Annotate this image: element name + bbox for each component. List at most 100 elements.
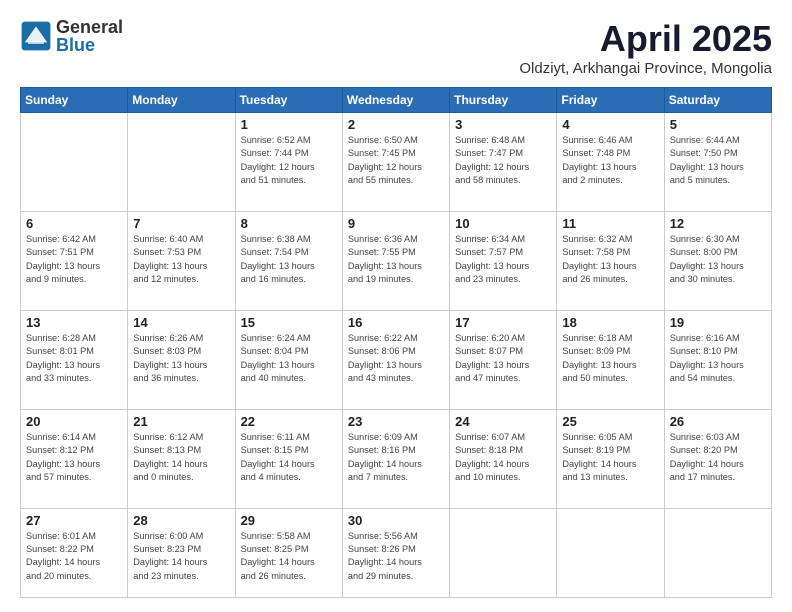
day-info: Sunrise: 6:38 AM Sunset: 7:54 PM Dayligh… — [241, 233, 337, 286]
calendar-cell — [664, 508, 771, 597]
calendar-cell: 7 Sunrise: 6:40 AM Sunset: 7:53 PM Daylig… — [128, 211, 235, 310]
calendar-cell: 30Sunrise: 5:56 AM Sunset: 8:26 PM Dayli… — [342, 508, 449, 597]
logo-general: General — [56, 18, 123, 36]
logo-blue: Blue — [56, 36, 123, 54]
calendar-cell: 26 Sunrise: 6:03 AM Sunset: 8:20 PM Dayli… — [664, 409, 771, 508]
calendar-cell: 6Sunrise: 6:42 AM Sunset: 7:51 PM Daylig… — [21, 211, 128, 310]
day-info: Sunrise: 6:11 AM Sunset: 8:15 PM Dayligh… — [241, 431, 337, 484]
day-number: 5 — [670, 117, 766, 132]
header-wednesday: Wednesday — [342, 88, 449, 113]
day-info: Sunrise: 6:50 AM Sunset: 7:45 PM Dayligh… — [348, 134, 444, 187]
calendar-cell — [21, 113, 128, 212]
calendar-cell — [128, 113, 235, 212]
calendar-cell: 4 Sunrise: 6:46 AM Sunset: 7:48 PM Daylig… — [557, 113, 664, 212]
location-subtitle: Oldziyt, Arkhangai Province, Mongolia — [519, 60, 772, 77]
logo: General Blue — [20, 18, 123, 54]
day-info: Sunrise: 6:30 AM Sunset: 8:00 PM Dayligh… — [670, 233, 766, 286]
page: General Blue April 2025 Oldziyt, Arkhang… — [0, 0, 792, 612]
calendar-cell: 15 Sunrise: 6:24 AM Sunset: 8:04 PM Dayli… — [235, 310, 342, 409]
day-info: Sunrise: 6:18 AM Sunset: 8:09 PM Dayligh… — [562, 332, 658, 385]
day-number: 8 — [241, 216, 337, 231]
title-block: April 2025 Oldziyt, Arkhangai Province, … — [519, 18, 772, 77]
day-info: Sunrise: 6:00 AM Sunset: 8:23 PM Dayligh… — [133, 530, 229, 583]
calendar-header-row: Sunday Monday Tuesday Wednesday Thursday… — [21, 88, 772, 113]
day-info: Sunrise: 6:42 AM Sunset: 7:51 PM Dayligh… — [26, 233, 122, 286]
month-title: April 2025 — [519, 18, 772, 60]
day-info: Sunrise: 6:01 AM Sunset: 8:22 PM Dayligh… — [26, 530, 122, 583]
day-info: Sunrise: 6:12 AM Sunset: 8:13 PM Dayligh… — [133, 431, 229, 484]
calendar-cell: 25Sunrise: 6:05 AM Sunset: 8:19 PM Dayli… — [557, 409, 664, 508]
calendar-week-3: 13 Sunrise: 6:28 AM Sunset: 8:01 PM Dayli… — [21, 310, 772, 409]
day-info: Sunrise: 5:58 AM Sunset: 8:25 PM Dayligh… — [241, 530, 337, 583]
calendar-cell: 13 Sunrise: 6:28 AM Sunset: 8:01 PM Dayli… — [21, 310, 128, 409]
calendar-cell: 28 Sunrise: 6:00 AM Sunset: 8:23 PM Dayli… — [128, 508, 235, 597]
day-number: 23 — [348, 414, 444, 429]
day-number: 2 — [348, 117, 444, 132]
day-number: 3 — [455, 117, 551, 132]
day-number: 29 — [241, 513, 337, 528]
day-number: 14 — [133, 315, 229, 330]
day-info: Sunrise: 6:34 AM Sunset: 7:57 PM Dayligh… — [455, 233, 551, 286]
day-number: 15 — [241, 315, 337, 330]
day-number: 1 — [241, 117, 337, 132]
calendar-cell: 17Sunrise: 6:20 AM Sunset: 8:07 PM Dayli… — [450, 310, 557, 409]
day-info: Sunrise: 6:24 AM Sunset: 8:04 PM Dayligh… — [241, 332, 337, 385]
day-info: Sunrise: 6:32 AM Sunset: 7:58 PM Dayligh… — [562, 233, 658, 286]
header: General Blue April 2025 Oldziyt, Arkhang… — [20, 18, 772, 77]
day-number: 4 — [562, 117, 658, 132]
calendar-cell: 29 Sunrise: 5:58 AM Sunset: 8:25 PM Dayli… — [235, 508, 342, 597]
day-number: 28 — [133, 513, 229, 528]
day-info: Sunrise: 6:16 AM Sunset: 8:10 PM Dayligh… — [670, 332, 766, 385]
day-number: 11 — [562, 216, 658, 231]
calendar-week-5: 27 Sunrise: 6:01 AM Sunset: 8:22 PM Dayli… — [21, 508, 772, 597]
header-sunday: Sunday — [21, 88, 128, 113]
day-info: Sunrise: 6:09 AM Sunset: 8:16 PM Dayligh… — [348, 431, 444, 484]
day-number: 13 — [26, 315, 122, 330]
day-number: 9 — [348, 216, 444, 231]
calendar-cell: 11 Sunrise: 6:32 AM Sunset: 7:58 PM Dayli… — [557, 211, 664, 310]
calendar-cell: 12 Sunrise: 6:30 AM Sunset: 8:00 PM Dayli… — [664, 211, 771, 310]
day-number: 16 — [348, 315, 444, 330]
calendar-cell: 3Sunrise: 6:48 AM Sunset: 7:47 PM Daylig… — [450, 113, 557, 212]
header-thursday: Thursday — [450, 88, 557, 113]
logo-icon — [20, 20, 52, 52]
calendar-cell: 2 Sunrise: 6:50 AM Sunset: 7:45 PM Daylig… — [342, 113, 449, 212]
calendar-cell: 9 Sunrise: 6:36 AM Sunset: 7:55 PM Daylig… — [342, 211, 449, 310]
day-info: Sunrise: 6:22 AM Sunset: 8:06 PM Dayligh… — [348, 332, 444, 385]
calendar-cell: 22 Sunrise: 6:11 AM Sunset: 8:15 PM Dayli… — [235, 409, 342, 508]
day-info: Sunrise: 6:26 AM Sunset: 8:03 PM Dayligh… — [133, 332, 229, 385]
calendar-cell: 20Sunrise: 6:14 AM Sunset: 8:12 PM Dayli… — [21, 409, 128, 508]
day-info: Sunrise: 6:36 AM Sunset: 7:55 PM Dayligh… — [348, 233, 444, 286]
day-info: Sunrise: 6:28 AM Sunset: 8:01 PM Dayligh… — [26, 332, 122, 385]
header-friday: Friday — [557, 88, 664, 113]
calendar-cell: 16 Sunrise: 6:22 AM Sunset: 8:06 PM Dayli… — [342, 310, 449, 409]
day-number: 30 — [348, 513, 444, 528]
calendar-cell: 19 Sunrise: 6:16 AM Sunset: 8:10 PM Dayli… — [664, 310, 771, 409]
day-info: Sunrise: 6:40 AM Sunset: 7:53 PM Dayligh… — [133, 233, 229, 286]
day-number: 7 — [133, 216, 229, 231]
day-number: 24 — [455, 414, 551, 429]
day-info: Sunrise: 6:14 AM Sunset: 8:12 PM Dayligh… — [26, 431, 122, 484]
day-info: Sunrise: 6:52 AM Sunset: 7:44 PM Dayligh… — [241, 134, 337, 187]
day-info: Sunrise: 6:46 AM Sunset: 7:48 PM Dayligh… — [562, 134, 658, 187]
day-number: 21 — [133, 414, 229, 429]
calendar-cell: 14 Sunrise: 6:26 AM Sunset: 8:03 PM Dayli… — [128, 310, 235, 409]
day-number: 22 — [241, 414, 337, 429]
day-info: Sunrise: 6:03 AM Sunset: 8:20 PM Dayligh… — [670, 431, 766, 484]
calendar-cell: 21 Sunrise: 6:12 AM Sunset: 8:13 PM Dayli… — [128, 409, 235, 508]
calendar-week-4: 20Sunrise: 6:14 AM Sunset: 8:12 PM Dayli… — [21, 409, 772, 508]
calendar-cell: 24Sunrise: 6:07 AM Sunset: 8:18 PM Dayli… — [450, 409, 557, 508]
calendar-cell: 5 Sunrise: 6:44 AM Sunset: 7:50 PM Daylig… — [664, 113, 771, 212]
day-number: 27 — [26, 513, 122, 528]
calendar-cell: 1 Sunrise: 6:52 AM Sunset: 7:44 PM Daylig… — [235, 113, 342, 212]
day-info: Sunrise: 6:05 AM Sunset: 8:19 PM Dayligh… — [562, 431, 658, 484]
day-number: 26 — [670, 414, 766, 429]
calendar-cell — [557, 508, 664, 597]
day-number: 12 — [670, 216, 766, 231]
calendar-week-1: 1 Sunrise: 6:52 AM Sunset: 7:44 PM Daylig… — [21, 113, 772, 212]
logo-text: General Blue — [56, 18, 123, 54]
calendar-cell: 10Sunrise: 6:34 AM Sunset: 7:57 PM Dayli… — [450, 211, 557, 310]
day-info: Sunrise: 6:44 AM Sunset: 7:50 PM Dayligh… — [670, 134, 766, 187]
day-number: 19 — [670, 315, 766, 330]
day-number: 17 — [455, 315, 551, 330]
